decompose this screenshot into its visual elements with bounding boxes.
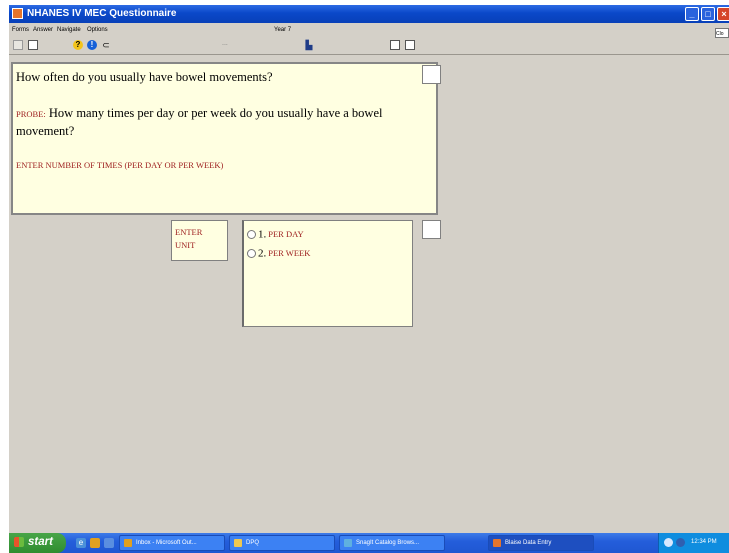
app-icon bbox=[12, 8, 23, 19]
close-hint-button[interactable]: Clo bbox=[715, 28, 729, 38]
unit-options-panel: 1. PER DAY 2. PER WEEK bbox=[242, 220, 413, 327]
task-blaise[interactable]: Blaise Data Entry bbox=[488, 535, 594, 551]
outlook-task-icon bbox=[124, 539, 132, 547]
taskbar: start e Inbox - Microsoft Out... DPQ Sna… bbox=[9, 533, 729, 553]
unit-label: ENTER UNIT bbox=[171, 220, 228, 261]
form-icon[interactable] bbox=[28, 40, 38, 50]
maximize-button[interactable]: □ bbox=[701, 7, 715, 21]
info-icon[interactable]: ! bbox=[87, 40, 97, 50]
option-label: PER WEEK bbox=[268, 248, 311, 259]
question-text: How often do you usually have bowel move… bbox=[16, 70, 273, 84]
windows-logo-icon bbox=[14, 537, 24, 547]
menu-bar: Forms Answer Navigate Options Year 7 Clo bbox=[9, 24, 729, 38]
probe-text-block: PROBE: How many times per day or per wee… bbox=[16, 105, 411, 140]
start-label: start bbox=[28, 536, 53, 548]
minimize-button[interactable]: _ bbox=[685, 7, 699, 21]
task-label: Blaise Data Entry bbox=[505, 540, 552, 546]
option-number: 1. bbox=[258, 228, 267, 241]
copy-icon[interactable] bbox=[13, 40, 23, 50]
task-snagit[interactable]: SnagIt Catalog Brows... bbox=[339, 535, 445, 551]
desktop-icon[interactable] bbox=[104, 538, 114, 548]
number-answer-field[interactable] bbox=[422, 65, 441, 84]
toolbar: ? ! ⊂ ... ▙ bbox=[9, 38, 729, 55]
help-icon[interactable]: ? bbox=[73, 40, 83, 50]
unit-label-line-1: ENTER bbox=[175, 227, 203, 237]
question-panel: How often do you usually have bowel move… bbox=[11, 62, 438, 215]
task-dpq[interactable]: DPQ bbox=[229, 535, 335, 551]
ie-icon[interactable]: e bbox=[76, 538, 86, 548]
title-bar: NHANES IV MEC Questionnaire _ □ × bbox=[9, 5, 729, 23]
toolbar-separator: ... bbox=[222, 40, 228, 47]
system-tray: 12:34 PM bbox=[658, 533, 729, 553]
search-icon[interactable]: ▙ bbox=[304, 40, 314, 50]
option-per-day[interactable]: 1. PER DAY bbox=[247, 225, 304, 241]
volume-icon[interactable] bbox=[676, 538, 685, 547]
app-window: NHANES IV MEC Questionnaire _ □ × Forms … bbox=[9, 5, 729, 533]
radio-icon[interactable] bbox=[247, 229, 256, 239]
task-label: DPQ bbox=[246, 540, 260, 546]
radio-icon[interactable] bbox=[247, 248, 256, 258]
menu-navigate[interactable]: Navigate bbox=[57, 27, 81, 33]
clock: 12:34 PM bbox=[691, 539, 717, 545]
option-per-week[interactable]: 2. PER WEEK bbox=[247, 244, 311, 260]
menu-forms[interactable]: Forms bbox=[12, 27, 29, 33]
menu-options[interactable]: Options bbox=[87, 27, 108, 33]
probe-label: PROBE: bbox=[16, 109, 46, 119]
close-button[interactable]: × bbox=[717, 7, 729, 21]
folder-icon bbox=[234, 539, 242, 547]
probe-text: How many times per day or per week do yo… bbox=[16, 106, 383, 138]
window-title: NHANES IV MEC Questionnaire bbox=[27, 8, 177, 19]
task-label: Inbox - Microsoft Out... bbox=[136, 540, 197, 546]
option-label: PER DAY bbox=[268, 229, 304, 240]
paperclip-icon[interactable]: ⊂ bbox=[101, 40, 111, 50]
next-page-icon[interactable] bbox=[405, 40, 415, 50]
unit-label-line-2: UNIT bbox=[175, 240, 196, 250]
snagit-icon bbox=[344, 539, 352, 547]
unit-answer-field[interactable] bbox=[422, 220, 441, 239]
menu-answer[interactable]: Answer bbox=[33, 27, 53, 33]
network-icon[interactable] bbox=[664, 538, 673, 547]
instruction-text: ENTER NUMBER OF TIMES (PER DAY OR PER WE… bbox=[16, 160, 224, 170]
start-button[interactable]: start bbox=[9, 533, 66, 553]
task-inbox[interactable]: Inbox - Microsoft Out... bbox=[119, 535, 225, 551]
task-label: SnagIt Catalog Brows... bbox=[356, 540, 420, 546]
option-number: 2. bbox=[258, 247, 267, 260]
outlook-icon[interactable] bbox=[90, 538, 100, 548]
blaise-icon bbox=[493, 539, 501, 547]
prev-page-icon[interactable] bbox=[390, 40, 400, 50]
year-label: Year 7 bbox=[274, 27, 292, 33]
